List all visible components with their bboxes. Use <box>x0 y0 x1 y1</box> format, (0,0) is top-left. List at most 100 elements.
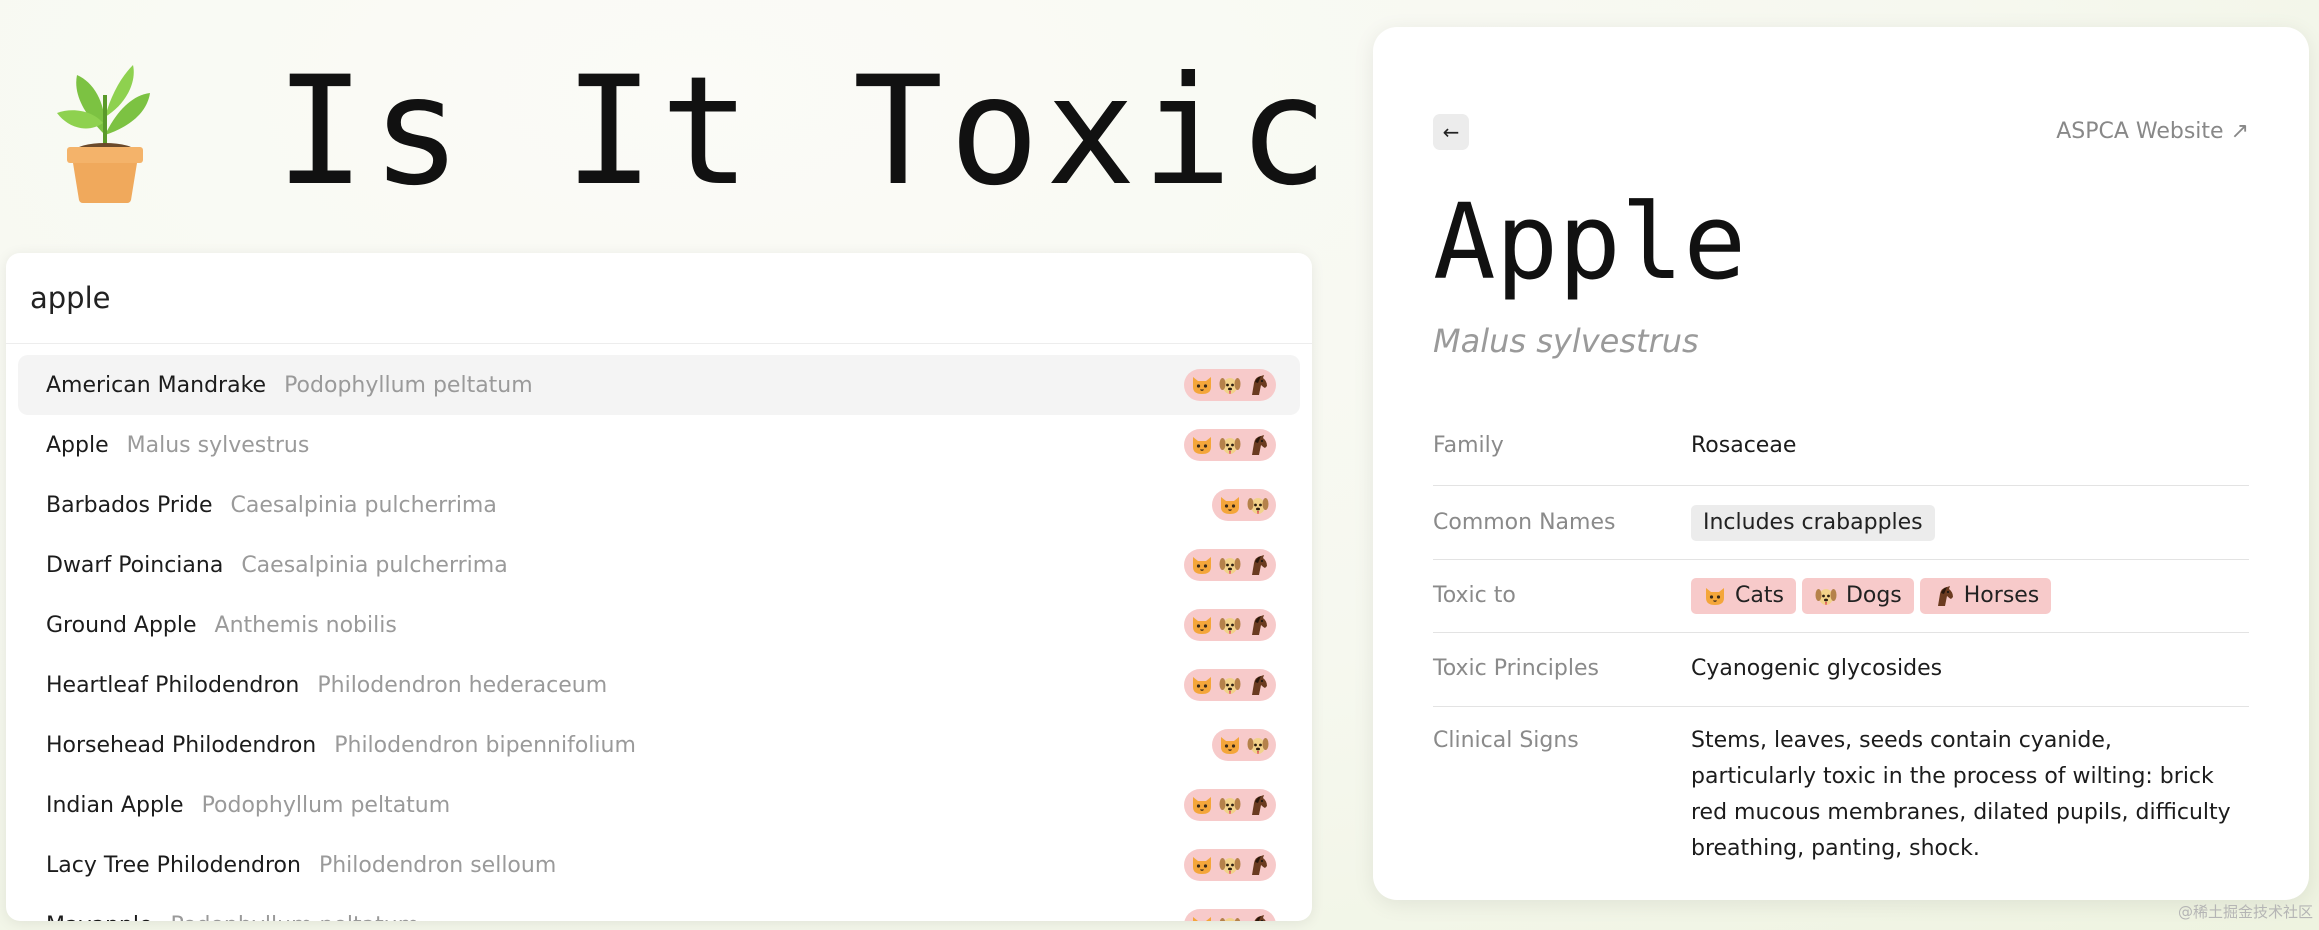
potted-plant-icon <box>55 55 155 205</box>
family-value: Rosaceae <box>1691 433 1797 458</box>
aspca-website-link[interactable]: ASPCA Website ↗ <box>2056 119 2249 144</box>
horse-icon <box>1246 613 1270 637</box>
detail-row-clinical-signs: Clinical Signs Stems, leaves, seeds cont… <box>1433 707 2249 867</box>
cat-icon <box>1703 584 1727 608</box>
horse-icon <box>1246 673 1270 697</box>
result-latin-name: Podophyllum peltatum <box>284 372 533 398</box>
horse-icon <box>1932 584 1956 608</box>
back-button[interactable]: ← <box>1433 114 1469 150</box>
result-latin-name: Philodendron hederaceum <box>317 672 608 698</box>
result-row[interactable]: Dwarf Poinciana Caesalpinia pulcherrima <box>18 535 1300 595</box>
cat-icon <box>1190 853 1214 877</box>
detail-label: Toxic to <box>1433 583 1516 608</box>
toxic-principles-value: Cyanogenic glycosides <box>1691 656 1943 681</box>
dog-icon <box>1814 584 1838 608</box>
result-latin-name: Podophyllum peltatum <box>201 792 451 818</box>
detail-row-family: Family Rosaceae <box>1433 412 2249 486</box>
detail-label: Family <box>1433 433 1504 458</box>
result-row[interactable]: Ground Apple Anthemis nobilis <box>18 595 1300 655</box>
toxicity-badge <box>1184 669 1276 701</box>
toxicity-badge <box>1184 789 1276 821</box>
toxic-to-label: Cats <box>1735 583 1784 608</box>
result-row[interactable]: Apple Malus sylvestrus <box>18 415 1300 475</box>
detail-label: Toxic Principles <box>1433 656 1599 681</box>
detail-row-toxic-principles: Toxic Principles Cyanogenic glycosides <box>1433 633 2249 707</box>
horse-icon <box>1246 553 1270 577</box>
toxicity-badge <box>1184 849 1276 881</box>
toxicity-badge <box>1184 549 1276 581</box>
result-row[interactable]: Barbados Pride Caesalpinia pulcherrima <box>18 475 1300 535</box>
horse-icon <box>1246 373 1270 397</box>
toxicity-badge <box>1212 729 1276 761</box>
result-latin-name: Anthemis nobilis <box>214 612 397 638</box>
cat-icon <box>1190 673 1214 697</box>
result-latin-name: Philodendron selloum <box>318 852 557 878</box>
result-latin-name: Malus sylvestrus <box>126 432 310 458</box>
toxicity-badge <box>1212 489 1276 521</box>
result-row[interactable]: Lacy Tree Philodendron Philodendron sello… <box>18 835 1300 895</box>
result-common-name: Lacy Tree Philodendron <box>46 852 301 878</box>
toxicity-badge <box>1184 429 1276 461</box>
detail-label: Clinical Signs <box>1433 728 1579 753</box>
horse-icon <box>1246 433 1270 457</box>
dog-icon <box>1218 793 1242 817</box>
result-common-name: Mayapple <box>46 913 153 922</box>
result-common-name: Horsehead Philodendron <box>46 732 317 758</box>
common-name-tag: Includes crabapples <box>1691 505 1935 541</box>
dog-icon <box>1218 913 1242 921</box>
result-common-name: Heartleaf Philodendron <box>46 672 300 698</box>
cat-icon <box>1190 553 1214 577</box>
cat-icon <box>1190 433 1214 457</box>
cat-icon <box>1190 373 1214 397</box>
result-common-name: Apple <box>46 432 109 458</box>
search-input[interactable] <box>6 253 1312 343</box>
result-latin-name: Podophyllum peltatum <box>171 913 420 922</box>
toxicity-badge <box>1184 909 1276 921</box>
detail-label: Common Names <box>1433 510 1616 535</box>
result-latin-name: Caesalpinia pulcherrima <box>230 492 497 518</box>
toxic-to-label: Dogs <box>1845 583 1902 608</box>
toxicity-badge <box>1184 369 1276 401</box>
dog-icon <box>1218 853 1242 877</box>
plant-latin-name: Malus sylvestrus <box>1433 322 1699 360</box>
result-latin-name: Caesalpinia pulcherrima <box>241 552 508 578</box>
clinical-signs-value: Stems, leaves, seeds contain cyanide, pa… <box>1691 728 2231 861</box>
cat-icon <box>1218 493 1242 517</box>
horse-icon <box>1246 793 1270 817</box>
result-common-name: Ground Apple <box>46 612 197 638</box>
result-common-name: Indian Apple <box>46 792 184 818</box>
result-row[interactable]: American Mandrake Podophyllum peltatum <box>18 355 1300 415</box>
dog-icon <box>1218 373 1242 397</box>
search-panel: American Mandrake Podophyllum peltatum App… <box>6 253 1312 921</box>
dog-icon <box>1218 553 1242 577</box>
toxic-to-tag-horse: Horses <box>1919 578 2052 614</box>
toxic-to-tag-dog: Dogs <box>1801 578 1914 614</box>
results-list: American Mandrake Podophyllum peltatum App… <box>6 355 1312 921</box>
dog-icon <box>1246 493 1270 517</box>
result-common-name: American Mandrake <box>46 372 267 398</box>
result-row[interactable]: Mayapple Podophyllum peltatum <box>18 895 1300 921</box>
cat-icon <box>1190 913 1214 921</box>
result-common-name: Dwarf Poinciana <box>46 552 224 578</box>
detail-row-toxic-to: Toxic to Cats Dogs Horses <box>1433 560 2249 633</box>
common-names-value: Includes crabapples <box>1691 505 1941 541</box>
cat-icon <box>1190 613 1214 637</box>
plant-detail-card: ← ASPCA Website ↗ Apple Malus sylvestrus… <box>1373 27 2309 900</box>
dog-icon <box>1246 733 1270 757</box>
result-row[interactable]: Indian Apple Podophyllum peltatum <box>18 775 1300 835</box>
plant-name: Apple <box>1433 181 1747 303</box>
detail-table: Family Rosaceae Common Names Includes cr… <box>1433 412 2249 867</box>
result-row[interactable]: Horsehead Philodendron Philodendron bipen… <box>18 715 1300 775</box>
watermark: @稀土掘金技术社区 <box>2177 903 2313 921</box>
horse-icon <box>1246 853 1270 877</box>
dog-icon <box>1218 613 1242 637</box>
search-divider <box>6 343 1312 344</box>
toxicity-badge <box>1184 609 1276 641</box>
dog-icon <box>1218 673 1242 697</box>
result-latin-name: Philodendron bipennifolium <box>334 732 636 758</box>
toxic-to-tag-cat: Cats <box>1691 578 1796 614</box>
toxic-to-label: Horses <box>1963 583 2040 608</box>
dog-icon <box>1218 433 1242 457</box>
horse-icon <box>1246 913 1270 921</box>
result-row[interactable]: Heartleaf Philodendron Philodendron heder… <box>18 655 1300 715</box>
